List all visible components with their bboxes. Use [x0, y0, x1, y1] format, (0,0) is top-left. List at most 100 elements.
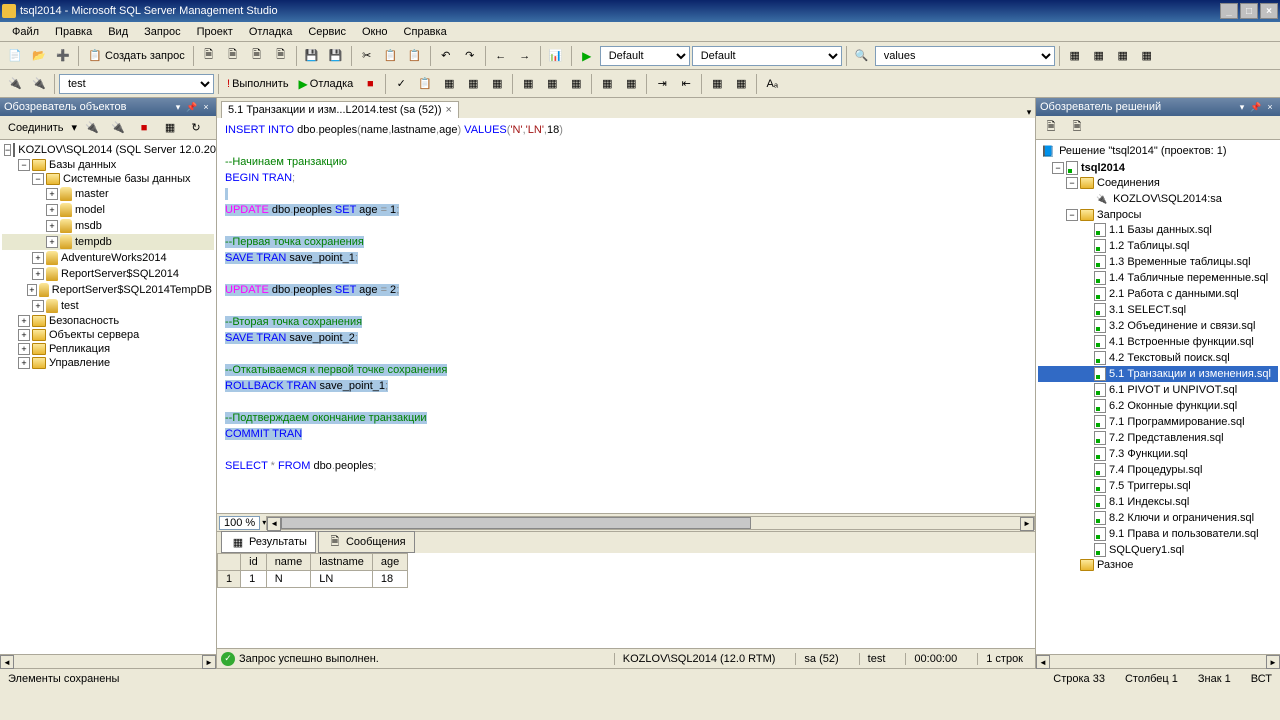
redo-icon[interactable]: ↷ [459, 45, 481, 67]
uncomment-icon[interactable]: ▦ [620, 73, 642, 95]
col-name[interactable]: name [266, 554, 311, 571]
editor-hscroll[interactable]: ◄► [266, 516, 1035, 530]
se-close-icon[interactable]: × [1264, 101, 1276, 113]
paste-icon[interactable]: 📋 [404, 45, 426, 67]
zoom-level[interactable]: 100 % [219, 516, 260, 530]
tb-misc-3[interactable]: ▦ [1112, 45, 1134, 67]
sql-file-item[interactable]: 3.2 Объединение и связи.sql [1038, 318, 1278, 334]
server-objects-node[interactable]: +Объекты сервера [2, 328, 214, 342]
solution-node[interactable]: 📘 Решение "tsql2014" (проектов: 1) [1038, 142, 1278, 160]
oe-refresh-icon[interactable]: ↻ [185, 117, 207, 139]
sql-file-item[interactable]: 7.5 Триггеры.sql [1038, 478, 1278, 494]
dropdown-icon[interactable]: ▾ [172, 101, 184, 113]
oe-hscroll[interactable]: ◄► [0, 654, 216, 668]
se-icon-1[interactable]: 🗎 [1040, 117, 1062, 139]
nav-fwd-icon[interactable]: → [514, 45, 536, 67]
tb-q-2[interactable]: ▦ [462, 73, 484, 95]
close-panel-icon[interactable]: × [200, 101, 212, 113]
menu-debug[interactable]: Отладка [241, 24, 300, 40]
copy-icon[interactable]: 📋 [380, 45, 402, 67]
sql-file-item[interactable]: 3.1 SELECT.sql [1038, 302, 1278, 318]
new-project-icon[interactable]: 📄 [4, 45, 26, 67]
config-combo-1[interactable]: Default [600, 46, 690, 66]
pin-icon[interactable]: 📌 [186, 101, 198, 113]
security-node[interactable]: +Безопасность [2, 314, 214, 328]
sql-file-item[interactable]: 4.2 Текстовый поиск.sql [1038, 350, 1278, 366]
stop-icon[interactable]: ■ [359, 73, 381, 95]
save-icon[interactable]: 💾 [301, 45, 323, 67]
tb-icon-1[interactable]: 🗎 [198, 45, 220, 67]
menu-help[interactable]: Справка [396, 24, 455, 40]
sql-file-item[interactable]: 2.1 Работа с данными.sql [1038, 286, 1278, 302]
sql-file-item[interactable]: 8.2 Ключи и ограничения.sql [1038, 510, 1278, 526]
tb-icon-4[interactable]: 🗎 [270, 45, 292, 67]
col-age[interactable]: age [372, 554, 407, 571]
db-reportserver[interactable]: +ReportServer$SQL2014 [2, 266, 214, 282]
db-master[interactable]: +master [2, 186, 214, 202]
db-adventureworks[interactable]: +AdventureWorks2014 [2, 250, 214, 266]
indent-icon[interactable]: ⇥ [651, 73, 673, 95]
tab-overflow-icon[interactable]: ▾ [1023, 106, 1035, 118]
sql-file-item[interactable]: 7.1 Программирование.sql [1038, 414, 1278, 430]
menu-view[interactable]: Вид [100, 24, 136, 40]
project-node[interactable]: −tsql2014 [1038, 160, 1278, 176]
menu-edit[interactable]: Правка [47, 24, 100, 40]
maximize-button[interactable]: □ [1240, 3, 1258, 19]
find-icon[interactable]: 🔍 [851, 45, 873, 67]
se-dropdown-icon[interactable]: ▾ [1236, 101, 1248, 113]
databases-node[interactable]: −Базы данных [2, 158, 214, 172]
sql-file-item[interactable]: 1.4 Табличные переменные.sql [1038, 270, 1278, 286]
db-test[interactable]: +test [2, 298, 214, 314]
sql-file-item[interactable]: 1.2 Таблицы.sql [1038, 238, 1278, 254]
tb-icon-2[interactable]: 🗎 [222, 45, 244, 67]
tb-misc-1[interactable]: ▦ [1064, 45, 1086, 67]
misc-node[interactable]: Разное [1038, 558, 1278, 572]
execute-button[interactable]: !Выполнить [223, 78, 293, 90]
menu-query[interactable]: Запрос [136, 24, 188, 40]
tab-close-icon[interactable]: × [446, 104, 452, 116]
tb-icon-3[interactable]: 🗎 [246, 45, 268, 67]
results-text-icon[interactable]: ▦ [541, 73, 563, 95]
system-databases-node[interactable]: −Системные базы данных [2, 172, 214, 186]
management-node[interactable]: +Управление [2, 356, 214, 370]
sql-file-item[interactable]: 8.1 Индексы.sql [1038, 494, 1278, 510]
connections-node[interactable]: −Соединения [1038, 176, 1278, 190]
sql-file-item[interactable]: 1.3 Временные таблицы.sql [1038, 254, 1278, 270]
db-tempdb[interactable]: +tempdb [2, 234, 214, 250]
activity-icon[interactable]: 📊 [545, 45, 567, 67]
parse-icon[interactable]: ✓ [390, 73, 412, 95]
debug-button[interactable]: ▶Отладка [295, 77, 358, 91]
comment-icon[interactable]: ▦ [596, 73, 618, 95]
results-grid-area[interactable]: id name lastname age 1 1 N LN 18 [217, 553, 1035, 648]
tb-misc-4[interactable]: ▦ [1136, 45, 1158, 67]
sql-file-item[interactable]: 7.3 Функции.sql [1038, 446, 1278, 462]
document-tab-active[interactable]: 5.1 Транзакции и изм...L2014.test (sa (5… [221, 101, 459, 118]
oe-icon-1[interactable]: 🔌 [81, 117, 103, 139]
col-lastname[interactable]: lastname [311, 554, 373, 571]
sql-file-item[interactable]: 6.1 PIVOT и UNPIVOT.sql [1038, 382, 1278, 398]
col-id[interactable]: id [241, 554, 267, 571]
config-combo-2[interactable]: Default [692, 46, 842, 66]
nav-back-icon[interactable]: ← [490, 45, 512, 67]
close-button[interactable]: × [1260, 3, 1278, 19]
plan-icon[interactable]: 📋 [414, 73, 436, 95]
tb-q-3[interactable]: ▦ [486, 73, 508, 95]
connect-button[interactable]: Соединить [4, 122, 68, 134]
outdent-icon[interactable]: ⇤ [675, 73, 697, 95]
menu-file[interactable]: Файл [4, 24, 47, 40]
db-model[interactable]: +model [2, 202, 214, 218]
sql-editor[interactable]: INSERT INTO dbo.peoples(name,lastname,ag… [217, 118, 1035, 513]
sql-file-item[interactable]: 1.1 Базы данных.sql [1038, 222, 1278, 238]
connection-item[interactable]: 🔌 KOZLOV\SQL2014:sa [1038, 190, 1278, 208]
find-combo[interactable]: values [875, 46, 1055, 66]
play-icon[interactable]: ▶ [576, 45, 598, 67]
tb-q-a[interactable]: ▦ [706, 73, 728, 95]
menu-project[interactable]: Проект [189, 24, 241, 40]
tb-q-1[interactable]: ▦ [438, 73, 460, 95]
results-file-icon[interactable]: ▦ [565, 73, 587, 95]
db-reportserver-temp[interactable]: +ReportServer$SQL2014TempDB [2, 282, 214, 298]
se-hscroll[interactable]: ◄► [1036, 654, 1280, 668]
sql-file-item[interactable]: SQLQuery1.sql [1038, 542, 1278, 558]
sql-file-item[interactable]: 5.1 Транзакции и изменения.sql [1038, 366, 1278, 382]
tb-q-b[interactable]: ▦ [730, 73, 752, 95]
